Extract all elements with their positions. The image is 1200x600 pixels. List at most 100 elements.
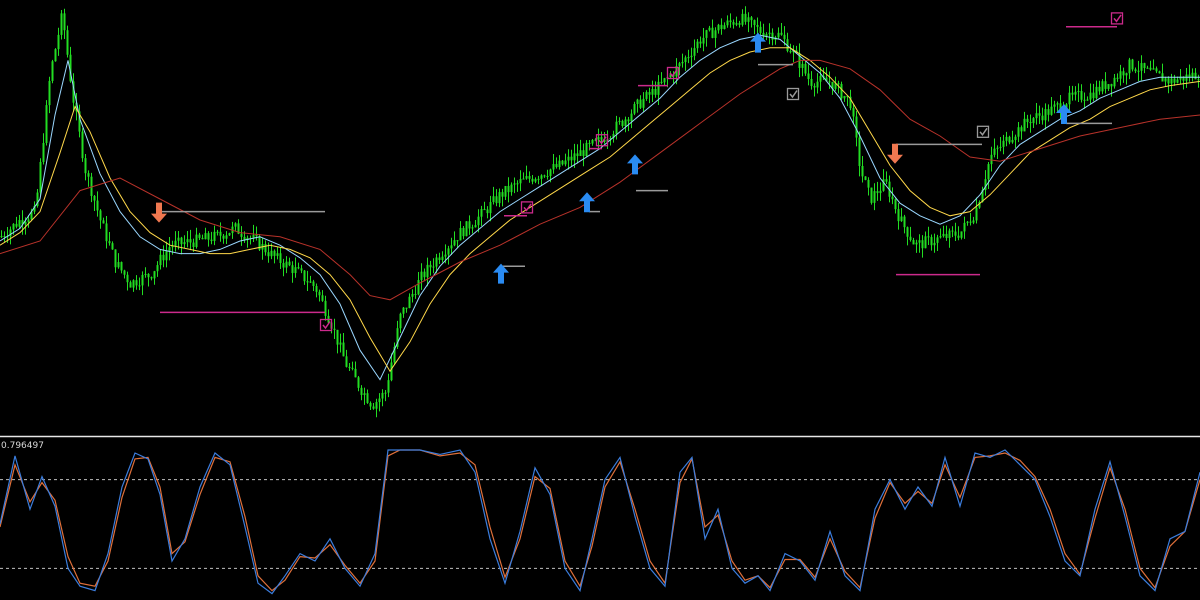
candle-body	[369, 402, 372, 407]
candle-body	[621, 120, 624, 127]
candle-body	[99, 210, 102, 221]
candle-body	[807, 73, 810, 79]
candle-body	[0, 236, 3, 238]
candle-body	[138, 285, 141, 287]
candle-body	[402, 307, 405, 314]
candle-body	[624, 119, 627, 127]
candle-body	[732, 22, 735, 25]
buy-arrow-icon	[579, 192, 595, 213]
candle-body	[300, 268, 303, 271]
candle-body	[1116, 77, 1119, 79]
candle-body	[588, 142, 591, 144]
candle-body	[879, 190, 882, 194]
candle-body	[1170, 78, 1173, 84]
check-box-frame	[976, 125, 990, 138]
sell-arrow-icon	[887, 143, 903, 164]
candle-body	[633, 103, 636, 114]
candle-body	[912, 240, 915, 245]
candle-body	[759, 26, 762, 33]
candle-body	[183, 242, 186, 245]
candle-body	[426, 264, 429, 278]
candle-body	[924, 236, 927, 249]
candle-body	[1149, 67, 1152, 70]
candle-body	[927, 236, 930, 238]
candle-body	[435, 257, 438, 267]
candle-body	[702, 37, 705, 44]
candle-body	[219, 231, 222, 236]
candle-body	[687, 57, 690, 59]
candle-body	[117, 262, 120, 268]
candle-body	[861, 166, 864, 177]
candle-body	[48, 80, 51, 106]
candle-body	[210, 239, 213, 242]
candle-body	[708, 27, 711, 31]
candle-body	[342, 342, 345, 357]
candle-body	[474, 225, 477, 228]
candle-body	[546, 175, 549, 177]
candle-body	[288, 261, 291, 266]
candle-body	[105, 223, 108, 242]
candle-body	[84, 158, 87, 174]
candle-body	[213, 231, 216, 242]
candle-body	[828, 81, 831, 83]
candle-body	[234, 223, 237, 227]
candle-body	[336, 329, 339, 345]
candle-body	[585, 142, 588, 157]
candle-body	[315, 285, 318, 292]
candle-body	[900, 216, 903, 222]
candle-body	[747, 17, 750, 22]
candle-body	[525, 176, 528, 179]
candle-body	[360, 387, 363, 395]
check-box-frame	[319, 318, 333, 332]
candle-body	[615, 121, 618, 135]
candle-body	[432, 266, 435, 268]
candle-body	[1131, 59, 1134, 70]
candle-body	[285, 261, 288, 268]
candle-body	[1074, 91, 1077, 95]
candle-body	[510, 184, 513, 193]
candle-body	[921, 240, 924, 249]
candle-body	[129, 282, 132, 288]
candle-body	[996, 147, 999, 149]
candle-body	[357, 377, 360, 388]
candle-body	[519, 179, 522, 184]
candle-body	[57, 34, 60, 50]
candle-body	[1068, 92, 1071, 105]
candle-body	[744, 13, 747, 22]
candle-body	[1110, 84, 1113, 87]
target-check-icon	[1110, 12, 1124, 25]
candle-body	[1086, 99, 1089, 101]
candle-body	[186, 239, 189, 243]
stop-check-icon	[786, 87, 800, 101]
check-mark	[789, 90, 798, 99]
candle-body	[411, 293, 414, 297]
candle-body	[918, 240, 921, 243]
candle-body	[891, 196, 894, 200]
candle-body	[1146, 67, 1149, 69]
candle-body	[168, 247, 171, 252]
candle-body	[291, 265, 294, 274]
candle-body	[429, 264, 432, 268]
candle-body	[282, 263, 285, 268]
candle-body	[255, 234, 258, 237]
candle-body	[18, 220, 21, 227]
candle-body	[1095, 86, 1098, 99]
candle-body	[423, 271, 426, 278]
trading-chart: 0.796497	[0, 0, 1200, 600]
candle-body	[87, 173, 90, 177]
candle-body	[1029, 121, 1032, 124]
candle-body	[513, 183, 516, 185]
candle-body	[1035, 113, 1038, 119]
candle-body	[906, 227, 909, 237]
candle-body	[225, 235, 228, 239]
candle-body	[837, 83, 840, 85]
candle-body	[801, 63, 804, 68]
candle-body	[222, 235, 225, 239]
candle-body	[1053, 104, 1056, 107]
candle-body	[177, 237, 180, 241]
candle-body	[972, 220, 975, 223]
candle-body	[252, 234, 255, 238]
candle-body	[297, 267, 300, 269]
candle-body	[726, 20, 729, 26]
candle-body	[456, 240, 459, 242]
